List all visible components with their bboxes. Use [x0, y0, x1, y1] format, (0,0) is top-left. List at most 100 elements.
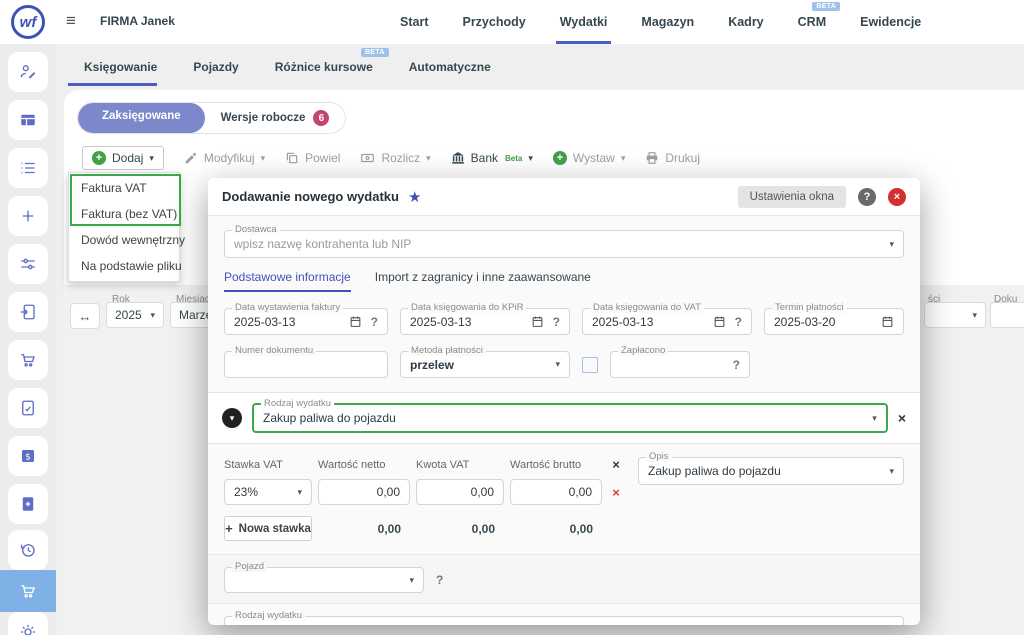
- nav-item-start[interactable]: Start: [400, 0, 428, 44]
- add-button[interactable]: + Dodaj ▾: [82, 146, 164, 170]
- remove-column-icon[interactable]: ×: [608, 457, 624, 472]
- favorite-star-icon[interactable]: ★: [408, 188, 421, 206]
- calendar-icon[interactable]: [713, 315, 726, 328]
- print-button[interactable]: Drukuj: [645, 151, 700, 165]
- document-number-field[interactable]: Numer dokumentu: [224, 351, 388, 378]
- new-expense-type-select[interactable]: Rodzaj wydatku Wybierz nowy rodzaj wydat…: [224, 616, 904, 625]
- menu-item-faktura-vat[interactable]: Faktura VAT: [69, 175, 179, 201]
- sidebar-button-file-invoice[interactable]: $: [8, 436, 48, 476]
- sidebar-button-cart[interactable]: [8, 340, 48, 380]
- gross-input[interactable]: 0,00: [510, 479, 602, 505]
- vat-row: 23% ▾ 0,00 0,00 0,00 ×: [224, 479, 624, 505]
- nav-item-kadry[interactable]: Kadry: [728, 0, 763, 44]
- add-dropdown-menu: Faktura VAT Faktura (bez VAT) Dowód wewn…: [68, 172, 180, 282]
- sidebar-button-file-check[interactable]: [8, 388, 48, 428]
- sidebar-button-expenses-active[interactable]: [0, 570, 56, 612]
- modal-tab-basic[interactable]: Podstawowe informacje: [224, 270, 351, 292]
- issue-button[interactable]: + Wystaw ▾: [553, 151, 625, 165]
- vehicle-select[interactable]: Pojazd ▾: [224, 567, 424, 593]
- sidebar-button-sliders[interactable]: [8, 244, 48, 284]
- caret-down-icon: ▾: [889, 466, 894, 477]
- sidebar-button-list[interactable]: [8, 148, 48, 188]
- bank-button[interactable]: Bank Beta ▾: [451, 151, 533, 165]
- sidebar-button-file-add[interactable]: [8, 484, 48, 524]
- due-date-field[interactable]: Termin płatności 2025-03-20: [764, 308, 904, 335]
- vat-section: Stawka VAT Wartość netto Kwota VAT Warto…: [224, 444, 904, 541]
- tab-ksiegowanie[interactable]: Księgowanie: [84, 44, 157, 90]
- calendar-icon[interactable]: [881, 315, 894, 328]
- year-select[interactable]: 2025▾: [106, 302, 164, 328]
- partial-select-1[interactable]: ▾: [924, 302, 986, 328]
- vat-total: 0,00: [416, 522, 504, 536]
- partial-field-2[interactable]: [990, 302, 1024, 328]
- sidebar-button-history[interactable]: [8, 530, 48, 570]
- vat-amount-input[interactable]: 0,00: [416, 479, 504, 505]
- swap-arrows-button[interactable]: ↔: [70, 303, 100, 329]
- gross-total: 0,00: [510, 522, 602, 536]
- nav-item-magazyn[interactable]: Magazyn: [641, 0, 694, 44]
- expense-type-band: ▾ Rodzaj wydatku Zakup paliwa do pojazdu…: [208, 392, 920, 444]
- sidebar-button-cards[interactable]: [8, 100, 48, 140]
- nav-item-crm[interactable]: CRMBETA: [798, 0, 826, 44]
- menu-toggle-icon[interactable]: ≡: [66, 11, 76, 31]
- kpir-date-field[interactable]: Data księgowania do KPiR 2025-03-13 ?: [400, 308, 570, 335]
- modify-button[interactable]: Modyfikuj ▾: [184, 151, 265, 165]
- tab-roznice-kursowe[interactable]: Różnice kursoweBETA: [275, 44, 373, 90]
- description-select[interactable]: Opis Zakup paliwa do pojazdu ▾: [638, 457, 904, 485]
- payment-method-select[interactable]: Metoda płatności przelew ▾: [400, 351, 570, 378]
- user-edit-icon: [19, 63, 37, 81]
- help-icon[interactable]: ?: [371, 315, 378, 329]
- window-settings-button[interactable]: Ustawienia okna: [738, 186, 846, 208]
- duplicate-button[interactable]: Powiel: [285, 151, 340, 165]
- remove-row-icon[interactable]: ×: [608, 485, 624, 500]
- caret-down-icon: ▾: [426, 153, 431, 164]
- tab-automatyczne[interactable]: Automatyczne: [409, 44, 491, 90]
- svg-text:$: $: [25, 452, 31, 462]
- tab-pojazdy[interactable]: Pojazdy: [193, 44, 238, 90]
- vat-rate-select[interactable]: 23% ▾: [224, 479, 312, 505]
- nav-item-wydatki[interactable]: Wydatki: [560, 0, 608, 44]
- help-icon[interactable]: ?: [553, 315, 560, 329]
- collapse-chevron-icon[interactable]: ▾: [222, 408, 242, 428]
- swap-arrows-icon: ↔: [79, 309, 92, 324]
- modal-tab-advanced[interactable]: Import z zagranicy i inne zaawansowane: [375, 270, 591, 292]
- menu-item-faktura-bez-vat[interactable]: Faktura (bez VAT): [69, 201, 179, 227]
- paid-checkbox[interactable]: [582, 357, 598, 373]
- caret-down-icon: ▾: [150, 310, 155, 321]
- remove-expense-icon[interactable]: ×: [898, 410, 906, 426]
- caret-down-icon: ▾: [872, 413, 877, 424]
- company-name[interactable]: FIRMA Janek: [100, 14, 175, 28]
- nav-item-przychody[interactable]: Przychody: [462, 0, 525, 44]
- paid-field[interactable]: Zapłacono ?: [610, 351, 750, 378]
- gross-header: Wartość brutto: [510, 459, 602, 471]
- calendar-icon[interactable]: [531, 315, 544, 328]
- menu-item-na-podstawie-pliku[interactable]: Na podstawie pliku: [69, 253, 179, 279]
- sidebar-button-file-import[interactable]: [8, 292, 48, 332]
- subtab-zaksiegowane[interactable]: Zaksięgowane: [78, 103, 205, 133]
- settle-button[interactable]: Rozlicz ▾: [360, 151, 430, 165]
- issue-date-field[interactable]: Data wystawienia faktury 2025-03-13 ?: [224, 308, 388, 335]
- nav-item-ewidencje[interactable]: Ewidencje: [860, 0, 921, 44]
- close-icon[interactable]: ×: [888, 188, 906, 206]
- sidebar-button-settings[interactable]: [8, 612, 48, 635]
- help-icon[interactable]: ?: [735, 315, 742, 329]
- menu-item-dowod-wewnetrzny[interactable]: Dowód wewnętrzny: [69, 227, 179, 253]
- subtab-wersje-robocze[interactable]: Wersje robocze 6: [205, 103, 346, 133]
- net-input[interactable]: 0,00: [318, 479, 410, 505]
- bank-beta-label: Beta: [505, 154, 522, 163]
- sidebar-button-add[interactable]: [8, 196, 48, 236]
- sidebar-button-user-edit[interactable]: [8, 52, 48, 92]
- wfirma-logo[interactable]: wf: [11, 5, 45, 39]
- help-icon[interactable]: ?: [858, 188, 876, 206]
- add-expense-modal: Dodawanie nowego wydatku ★ Ustawienia ok…: [208, 178, 920, 625]
- supplier-field[interactable]: Dostawca wpisz nazwę kontrahenta lub NIP…: [224, 230, 904, 258]
- help-icon[interactable]: ?: [436, 573, 443, 587]
- expense-type-select[interactable]: Rodzaj wydatku Zakup paliwa do pojazdu ▾: [252, 403, 888, 433]
- new-rate-button[interactable]: + Nowa stawka: [224, 516, 312, 541]
- vat-date-field[interactable]: Data księgowania do VAT 2025-03-13 ?: [582, 308, 752, 335]
- modal-body: Dostawca wpisz nazwę kontrahenta lub NIP…: [208, 216, 920, 625]
- copy-icon: [285, 151, 299, 165]
- top-bar: wf ≡ FIRMA Janek Start Przychody Wydatki…: [0, 0, 1024, 44]
- calendar-icon[interactable]: [349, 315, 362, 328]
- help-icon[interactable]: ?: [733, 358, 740, 372]
